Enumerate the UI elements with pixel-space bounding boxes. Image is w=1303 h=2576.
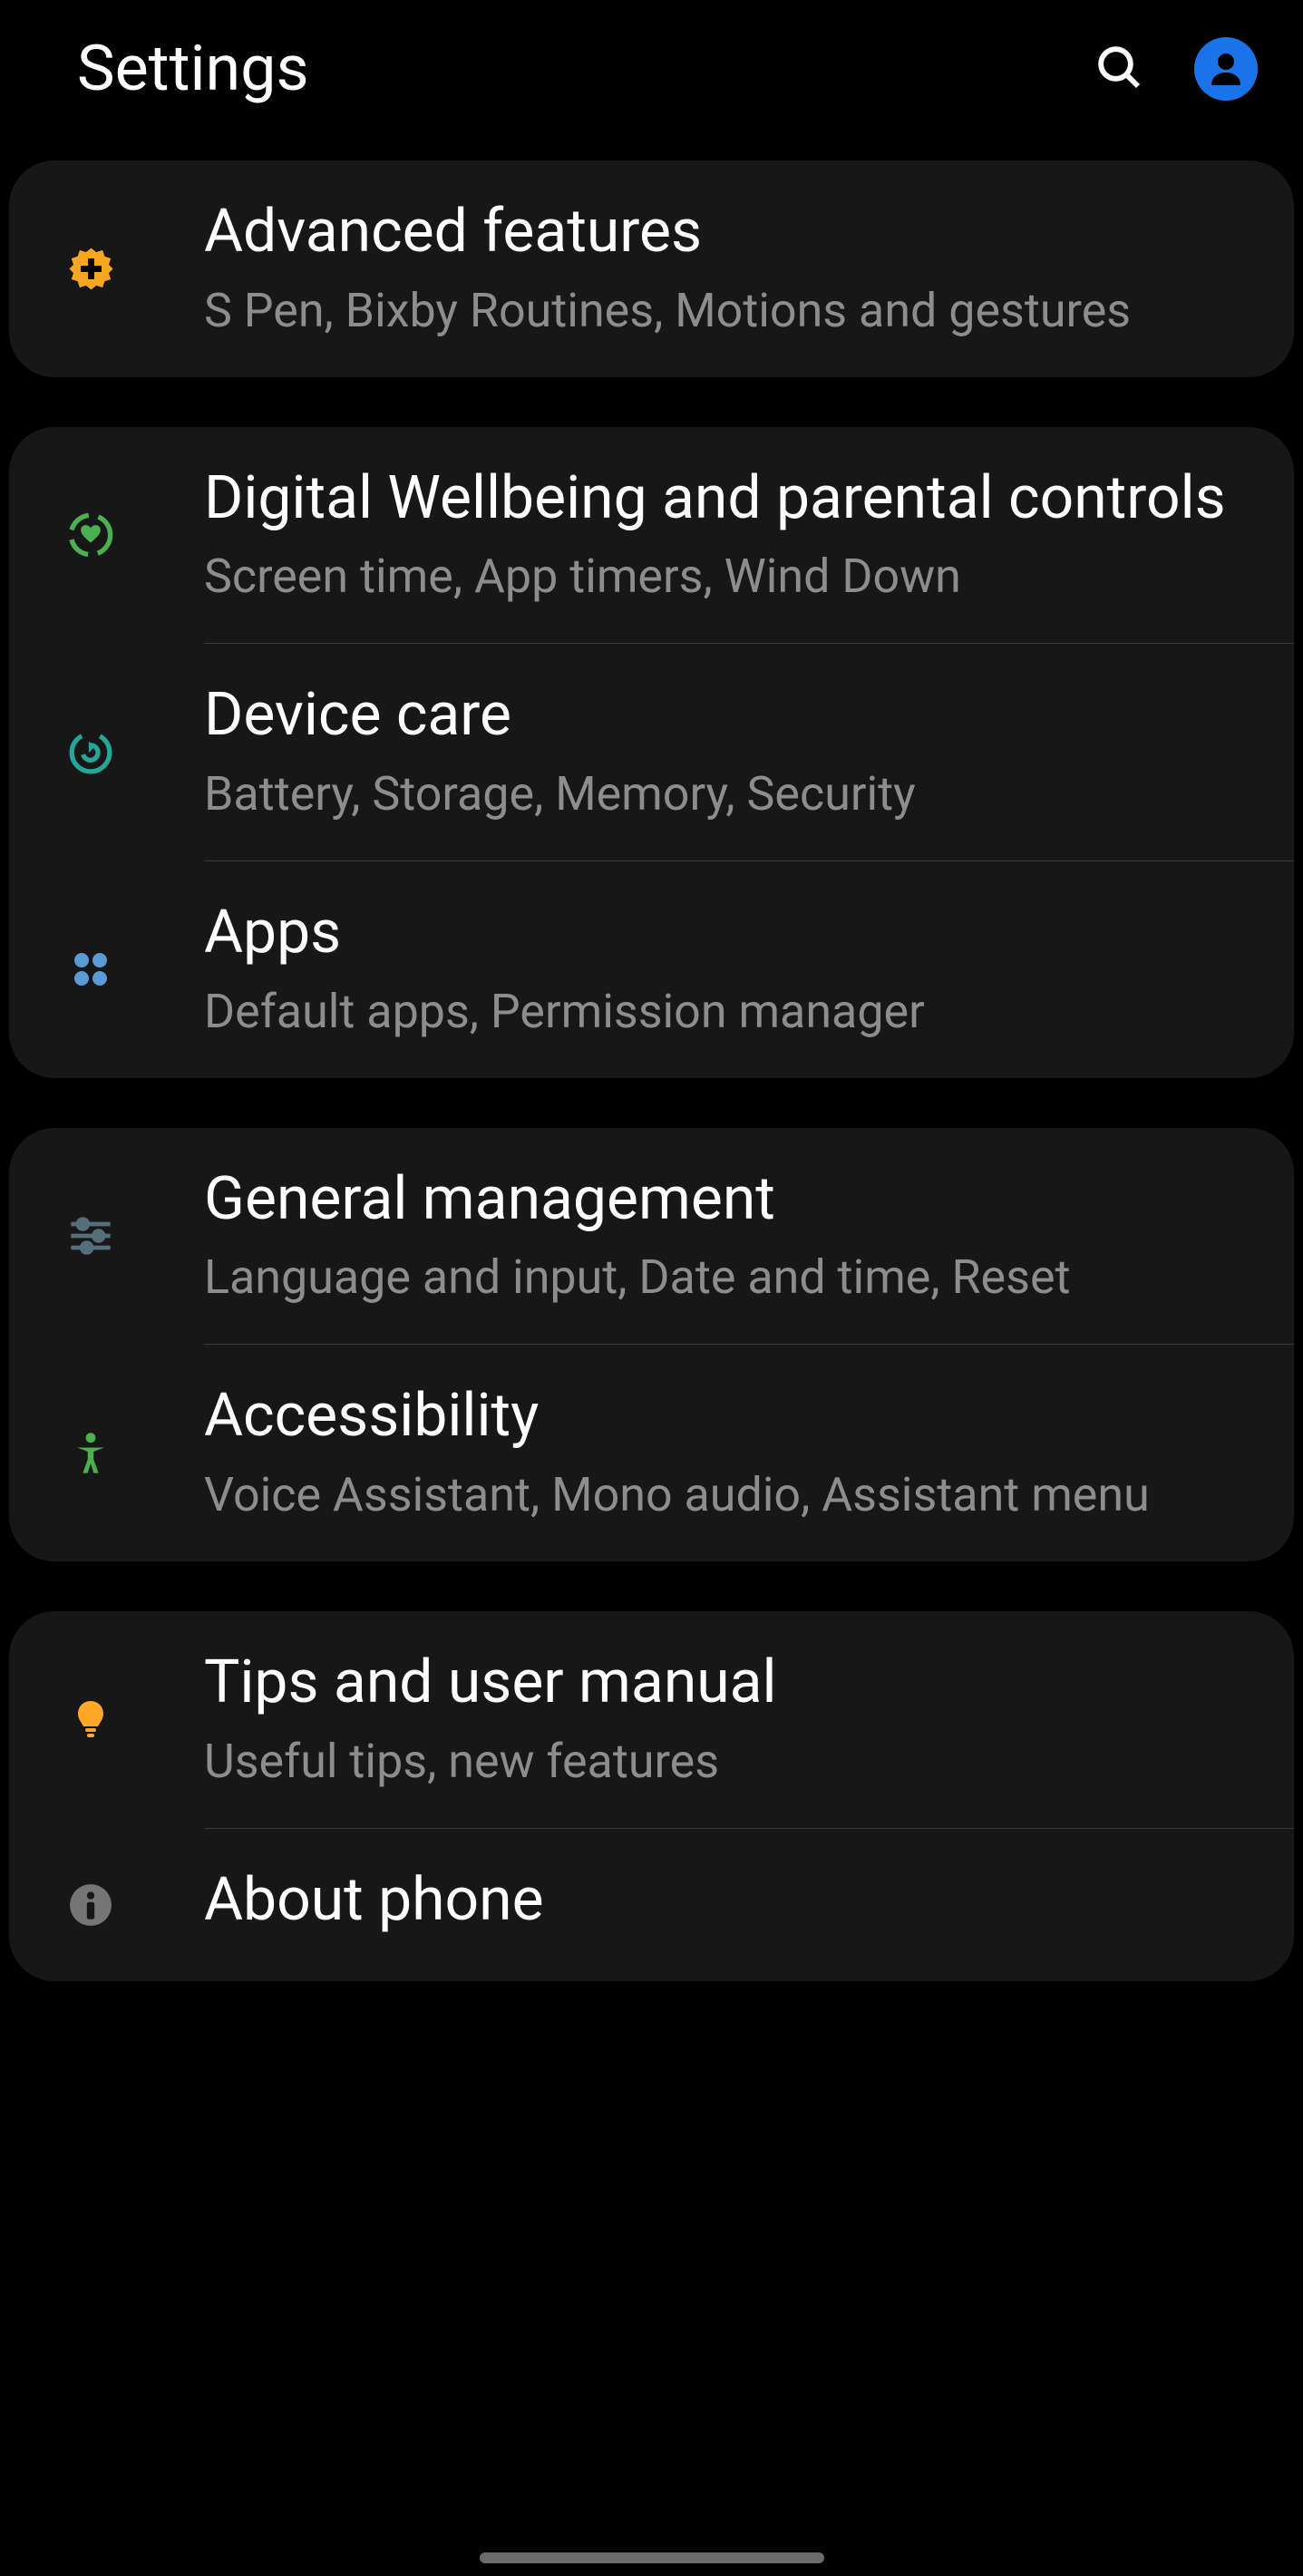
header-actions [1094, 37, 1258, 101]
item-digital-wellbeing[interactable]: Digital Wellbeing and parental controls … [9, 427, 1294, 644]
item-text: Advanced features S Pen, Bixby Routines,… [204, 195, 1267, 343]
item-device-care[interactable]: Device care Battery, Storage, Memory, Se… [9, 644, 1294, 860]
item-title: General management [204, 1162, 1267, 1238]
gear-plus-icon [63, 241, 118, 296]
item-text: Digital Wellbeing and parental controls … [204, 462, 1267, 609]
item-text: Tips and user manual Useful tips, new fe… [204, 1646, 1267, 1793]
app-header: Settings [9, 0, 1294, 160]
item-text: Accessibility Voice Assistant, Mono audi… [204, 1379, 1267, 1527]
page-title: Settings [77, 32, 309, 106]
item-subtitle: Default apps, Permission manager [204, 980, 1267, 1044]
person-icon [63, 1426, 118, 1481]
settings-group: Digital Wellbeing and parental controls … [9, 427, 1294, 1078]
profile-icon[interactable] [1194, 37, 1258, 101]
sliders-icon [63, 1209, 118, 1263]
item-subtitle: Useful tips, new features [204, 1730, 1267, 1793]
item-text: General management Language and input, D… [204, 1162, 1267, 1310]
item-accessibility[interactable]: Accessibility Voice Assistant, Mono audi… [9, 1345, 1294, 1561]
item-subtitle: Language and input, Date and time, Reset [204, 1246, 1267, 1309]
item-subtitle: Screen time, App timers, Wind Down [204, 545, 1267, 608]
item-text: Device care Battery, Storage, Memory, Se… [204, 678, 1267, 826]
item-advanced-features[interactable]: Advanced features S Pen, Bixby Routines,… [9, 160, 1294, 377]
search-icon[interactable] [1094, 42, 1144, 96]
settings-group: Advanced features S Pen, Bixby Routines,… [9, 160, 1294, 377]
item-title: Digital Wellbeing and parental controls [204, 462, 1267, 537]
refresh-circle-icon [63, 725, 118, 780]
lightbulb-icon [63, 1692, 118, 1746]
settings-group: Tips and user manual Useful tips, new fe… [9, 1611, 1294, 1981]
item-title: Tips and user manual [204, 1646, 1267, 1721]
item-title: Accessibility [204, 1379, 1267, 1454]
item-text: About phone [204, 1863, 1267, 1948]
heart-circle-icon [63, 508, 118, 562]
item-title: Advanced features [204, 195, 1267, 270]
apps-grid-icon [63, 942, 118, 996]
item-text: Apps Default apps, Permission manager [204, 896, 1267, 1044]
item-title: Device care [204, 678, 1267, 753]
item-about-phone[interactable]: About phone [9, 1829, 1294, 1982]
item-subtitle: S Pen, Bixby Routines, Motions and gestu… [204, 279, 1267, 343]
item-general-management[interactable]: General management Language and input, D… [9, 1128, 1294, 1345]
item-tips[interactable]: Tips and user manual Useful tips, new fe… [9, 1611, 1294, 1828]
item-title: About phone [204, 1863, 1267, 1939]
item-subtitle: Voice Assistant, Mono audio, Assistant m… [204, 1463, 1267, 1527]
item-title: Apps [204, 896, 1267, 971]
settings-group: General management Language and input, D… [9, 1128, 1294, 1561]
item-subtitle: Battery, Storage, Memory, Security [204, 763, 1267, 826]
item-apps[interactable]: Apps Default apps, Permission manager [9, 861, 1294, 1078]
info-icon [63, 1878, 118, 1932]
nav-bar-indicator[interactable] [480, 2552, 824, 2563]
